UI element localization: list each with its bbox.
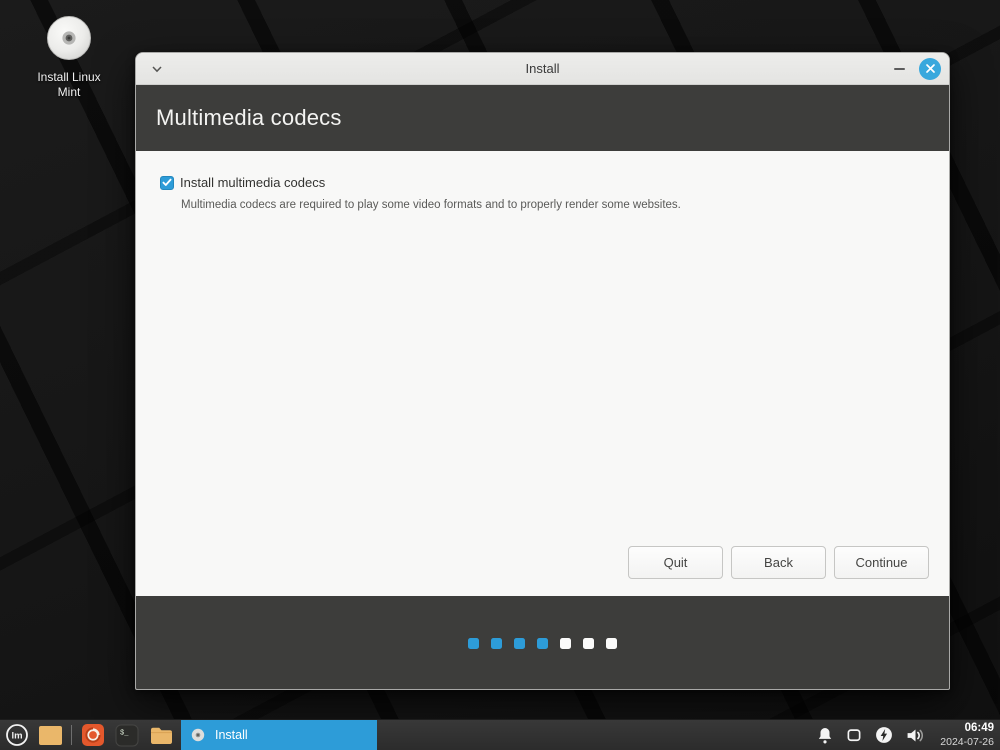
page-title: Multimedia codecs (156, 105, 342, 130)
window-content: Install multimedia codecs Multimedia cod… (136, 151, 949, 596)
progress-dot (583, 638, 594, 649)
install-window: Install Multimedia codecs Install multim… (135, 52, 950, 690)
power-tray-button[interactable] (874, 725, 894, 745)
quit-button[interactable]: Quit (628, 546, 723, 579)
svg-text:$_: $_ (120, 729, 129, 737)
back-button[interactable]: Back (731, 546, 826, 579)
minimize-button[interactable] (894, 67, 905, 70)
svg-text:lm: lm (11, 731, 22, 742)
progress-dots (468, 638, 617, 649)
notifications-tray-button[interactable] (816, 726, 834, 745)
progress-dot (491, 638, 502, 649)
volume-icon (907, 728, 924, 742)
show-desktop-button[interactable] (34, 720, 67, 750)
task-label: Install (215, 728, 248, 742)
progress-dot (537, 638, 548, 649)
removable-media-tray-button[interactable] (845, 726, 863, 744)
continue-button[interactable]: Continue (834, 546, 929, 579)
window-title: Install (525, 61, 560, 76)
taskbar: lm $_ Install 06:49 2024-07-26 (0, 719, 1000, 750)
firefox-launcher[interactable] (76, 720, 110, 750)
progress-dot (606, 638, 617, 649)
chevron-down-icon[interactable] (150, 63, 164, 75)
clock-date: 2024-07-26 (940, 735, 994, 748)
close-button[interactable] (919, 57, 941, 80)
power-battery-icon (876, 727, 893, 743)
checkbox-label: Install multimedia codecs (180, 175, 326, 190)
taskbar-task-install[interactable]: Install (181, 720, 377, 750)
checkbox-checked-icon[interactable] (160, 175, 174, 190)
files-launcher[interactable] (144, 720, 179, 750)
desktop-icon-label: Install Linux Mint (37, 70, 101, 99)
folder-icon (151, 727, 172, 744)
volume-tray-button[interactable] (905, 726, 926, 745)
firefox-icon (82, 724, 104, 746)
clock-time: 06:49 (964, 722, 994, 735)
minimize-icon (894, 67, 905, 70)
taskbar-launchers: lm $_ (0, 720, 179, 750)
dialog-buttons: Quit Back Continue (628, 546, 929, 579)
install-codecs-checkbox-row[interactable]: Install multimedia codecs (160, 175, 929, 190)
progress-dot (560, 638, 571, 649)
system-tray: 06:49 2024-07-26 (816, 722, 1000, 748)
taskbar-separator (71, 725, 72, 745)
progress-footer (136, 596, 949, 689)
cd-disc-icon (47, 16, 91, 60)
bell-icon (819, 727, 832, 743)
close-icon (925, 64, 935, 73)
window-titlebar[interactable]: Install (136, 53, 949, 85)
terminal-icon: $_ (115, 724, 139, 746)
codecs-description: Multimedia codecs are required to play s… (181, 199, 681, 211)
removable-media-icon (847, 729, 861, 742)
cd-disc-icon (191, 728, 205, 742)
terminal-launcher[interactable]: $_ (110, 720, 144, 750)
mint-menu-icon: lm (6, 724, 28, 746)
show-desktop-icon (39, 725, 62, 745)
progress-dot (468, 638, 479, 649)
page-title-bar: Multimedia codecs (136, 85, 949, 151)
progress-dot (514, 638, 525, 649)
mint-menu-button[interactable]: lm (0, 720, 34, 750)
taskbar-clock[interactable]: 06:49 2024-07-26 (937, 722, 994, 747)
desktop-icon-install-linux-mint[interactable]: Install Linux Mint (26, 14, 112, 100)
